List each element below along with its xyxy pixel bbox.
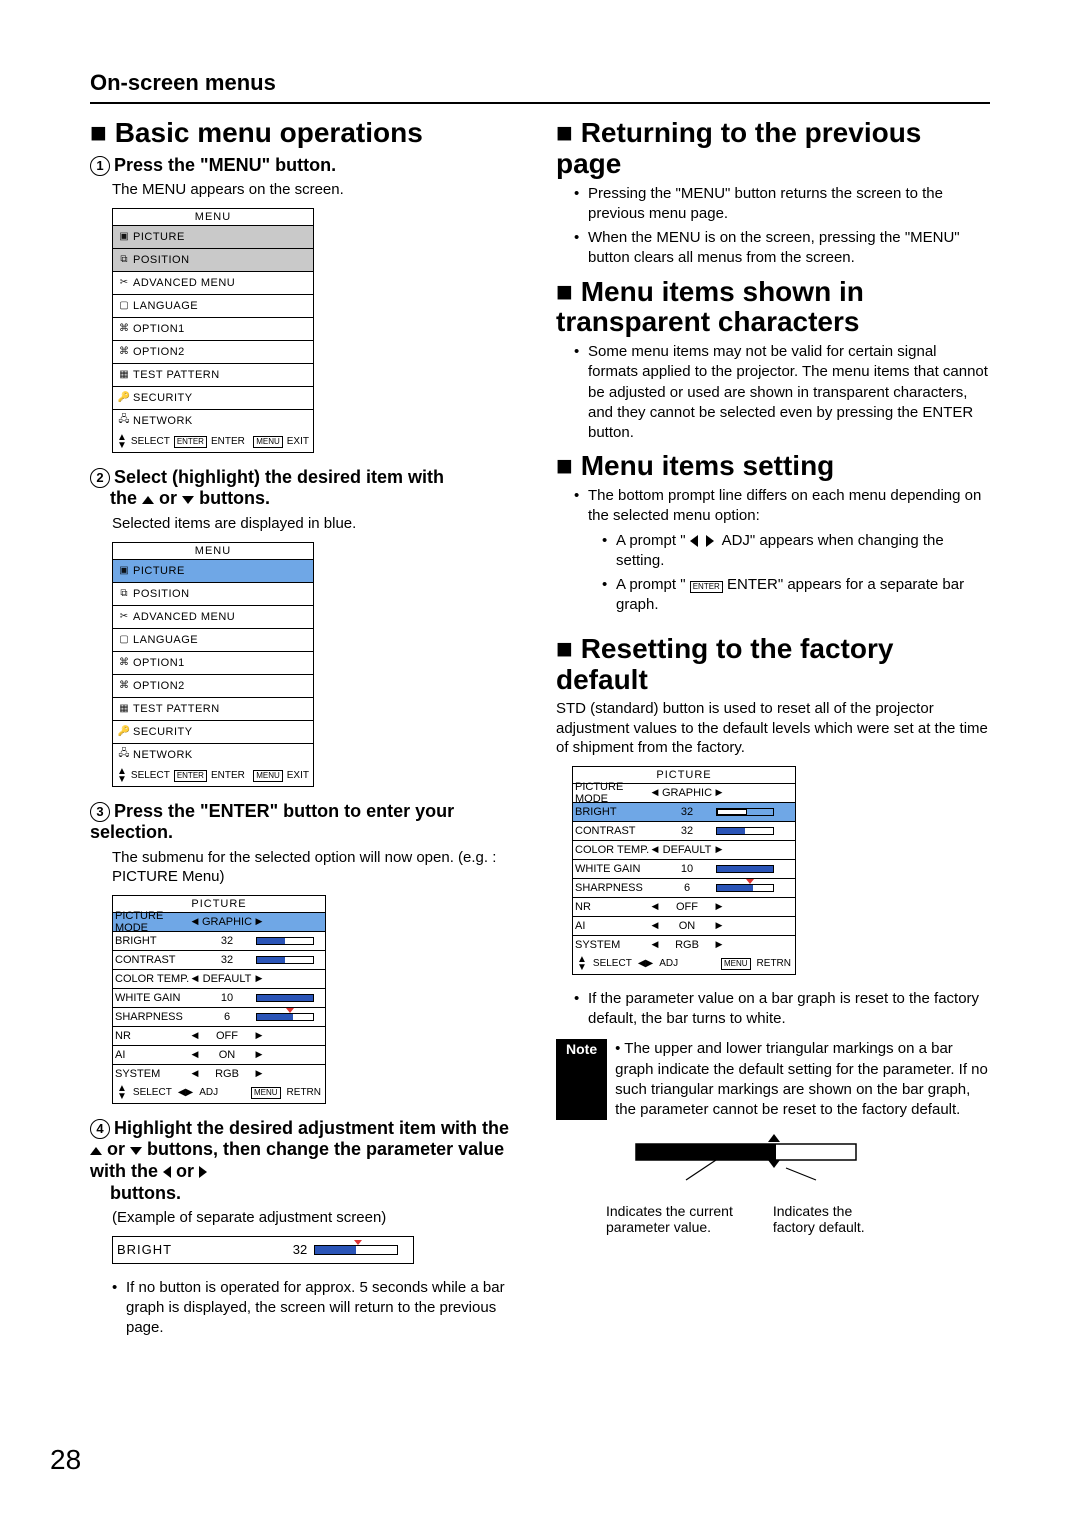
picture-row: WHITE GAIN10 bbox=[113, 989, 325, 1008]
menu-item: ▢LANGUAGE bbox=[113, 629, 313, 652]
menu-icon: ▣ bbox=[115, 565, 133, 576]
osd-menu-1: MENU ▣PICTURE⧉POSITION✂ADVANCED MENU▢LAN… bbox=[112, 208, 314, 453]
step3-body: The submenu for the selected option will… bbox=[112, 848, 524, 887]
enter-tag-icon: ENTER bbox=[690, 581, 723, 593]
menu-icon: ▢ bbox=[115, 300, 133, 311]
menu-icon: ▢ bbox=[115, 634, 133, 645]
picture-row: AI◀ON▶ bbox=[573, 917, 795, 936]
menu-item: ▣PICTURE bbox=[113, 560, 313, 583]
menu-icon: ⧉ bbox=[115, 588, 133, 599]
menu-item: ▦TEST PATTERN bbox=[113, 698, 313, 721]
picture-menu-right: PICTURE PICTURE MODE◀GRAPHIC▶BRIGHT32CON… bbox=[572, 766, 796, 975]
left-heading: ■ Basic menu operations bbox=[90, 118, 524, 149]
picture-row: BRIGHT32 bbox=[573, 803, 795, 822]
picture-row: NR◀OFF▶ bbox=[573, 898, 795, 917]
picture-row: COLOR TEMP.◀DEFAULT▶ bbox=[573, 841, 795, 860]
picture-row: SYSTEM◀RGB▶ bbox=[573, 936, 795, 954]
arrow-right-icon bbox=[199, 1166, 207, 1178]
menu-item: 🖧NETWORK bbox=[113, 744, 313, 766]
arrow-right-icon bbox=[706, 535, 714, 547]
menu-icon: 🖧 bbox=[115, 412, 133, 429]
r-h3-b1: The bottom prompt line differs on each m… bbox=[574, 486, 990, 616]
menu-item: ⌘OPTION1 bbox=[113, 318, 313, 341]
menu-item: 🖧NETWORK bbox=[113, 410, 313, 432]
r-h1-b1: Pressing the "MENU" button returns the s… bbox=[574, 184, 990, 225]
r-h1-b2: When the MENU is on the screen, pressing… bbox=[574, 228, 990, 269]
picture-row: SHARPNESS6 bbox=[573, 879, 795, 898]
picture-row: AI◀ON▶ bbox=[113, 1046, 325, 1065]
step3-title: 3Press the "ENTER" button to enter your … bbox=[90, 801, 524, 844]
menu-item: ▦TEST PATTERN bbox=[113, 364, 313, 387]
note-text: The upper and lower triangular markings … bbox=[615, 1039, 990, 1120]
note-badge: Note bbox=[556, 1039, 607, 1120]
picture-row: WHITE GAIN10 bbox=[573, 860, 795, 879]
r-h4-b1: If the parameter value on a bar graph is… bbox=[574, 989, 990, 1030]
arrow-down-icon bbox=[130, 1147, 142, 1155]
bar-diagram: Indicates the currentparameter value. In… bbox=[606, 1134, 886, 1235]
menu-icon: 🔑 bbox=[115, 392, 133, 403]
menu-item: ⌘OPTION2 bbox=[113, 341, 313, 364]
menu-icon: ⌘ bbox=[115, 657, 133, 668]
menu-icon: ⌘ bbox=[115, 323, 133, 334]
separate-adjust-bar: BRIGHT 32 bbox=[112, 1236, 414, 1264]
step4-caption: (Example of separate adjustment screen) bbox=[112, 1208, 524, 1228]
right-h4: ■ Resetting to the factory default bbox=[556, 634, 990, 696]
menu-icon: 🔑 bbox=[115, 726, 133, 737]
arrow-left-icon bbox=[163, 1166, 171, 1178]
menu-item: ⌘OPTION1 bbox=[113, 652, 313, 675]
arrow-up-icon bbox=[142, 496, 154, 504]
r-h4-body: STD (standard) button is used to reset a… bbox=[556, 699, 990, 758]
picture-row: SYSTEM◀RGB▶ bbox=[113, 1065, 325, 1083]
left-footnote: If no button is operated for approx. 5 s… bbox=[112, 1278, 524, 1339]
picture-row: SHARPNESS6 bbox=[113, 1008, 325, 1027]
menu-icon: ▣ bbox=[115, 231, 133, 242]
menu-icon: ⌘ bbox=[115, 346, 133, 357]
osd-menu-2: MENU ▣PICTURE⧉POSITION✂ADVANCED MENU▢LAN… bbox=[112, 542, 314, 787]
menu-item: 🔑SECURITY bbox=[113, 721, 313, 744]
menu-icon: 🖧 bbox=[115, 746, 133, 763]
right-h3: ■ Menu items setting bbox=[556, 451, 990, 482]
picture-row: PICTURE MODE◀GRAPHIC▶ bbox=[113, 913, 325, 932]
menu-icon: ⧉ bbox=[115, 254, 133, 265]
menu-item: ⌘OPTION2 bbox=[113, 675, 313, 698]
menu-item: ✂ADVANCED MENU bbox=[113, 272, 313, 295]
menu-item: ✂ADVANCED MENU bbox=[113, 606, 313, 629]
menu-item: ⧉POSITION bbox=[113, 249, 313, 272]
picture-menu-left: PICTURE PICTURE MODE◀GRAPHIC▶BRIGHT32CON… bbox=[112, 895, 326, 1104]
arrow-left-icon bbox=[690, 535, 698, 547]
right-h1: ■ Returning to the previous page bbox=[556, 118, 990, 180]
menu-item: ▣PICTURE bbox=[113, 226, 313, 249]
right-h2: ■ Menu items shown in transparent charac… bbox=[556, 277, 990, 339]
step2-title: 2Select (highlight) the desired item wit… bbox=[90, 467, 524, 510]
menu-item: 🔑SECURITY bbox=[113, 387, 313, 410]
menu-icon: ✂ bbox=[115, 277, 133, 288]
arrow-up-icon bbox=[90, 1147, 102, 1155]
step2-body: Selected items are displayed in blue. bbox=[112, 514, 524, 534]
arrow-down-icon bbox=[182, 496, 194, 504]
page-number: 28 bbox=[50, 1444, 81, 1476]
menu-icon: ✂ bbox=[115, 611, 133, 622]
picture-row: BRIGHT32 bbox=[113, 932, 325, 951]
menu-icon: ⌘ bbox=[115, 680, 133, 691]
menu-item: ▢LANGUAGE bbox=[113, 295, 313, 318]
step1-title: 1Press the "MENU" button. bbox=[90, 155, 524, 177]
step4-title: 4Highlight the desired adjustment item w… bbox=[90, 1118, 524, 1204]
picture-row: CONTRAST32 bbox=[573, 822, 795, 841]
menu-item: ⧉POSITION bbox=[113, 583, 313, 606]
step1-body: The MENU appears on the screen. bbox=[112, 180, 524, 200]
picture-row: NR◀OFF▶ bbox=[113, 1027, 325, 1046]
menu-icon: ▦ bbox=[115, 703, 133, 714]
picture-row: COLOR TEMP.◀DEFAULT▶ bbox=[113, 970, 325, 989]
picture-row: CONTRAST32 bbox=[113, 951, 325, 970]
section-title: On-screen menus bbox=[90, 70, 990, 104]
menu-icon: ▦ bbox=[115, 369, 133, 380]
picture-row: PICTURE MODE◀GRAPHIC▶ bbox=[573, 784, 795, 803]
r-h2-b1: Some menu items may not be valid for cer… bbox=[574, 342, 990, 443]
